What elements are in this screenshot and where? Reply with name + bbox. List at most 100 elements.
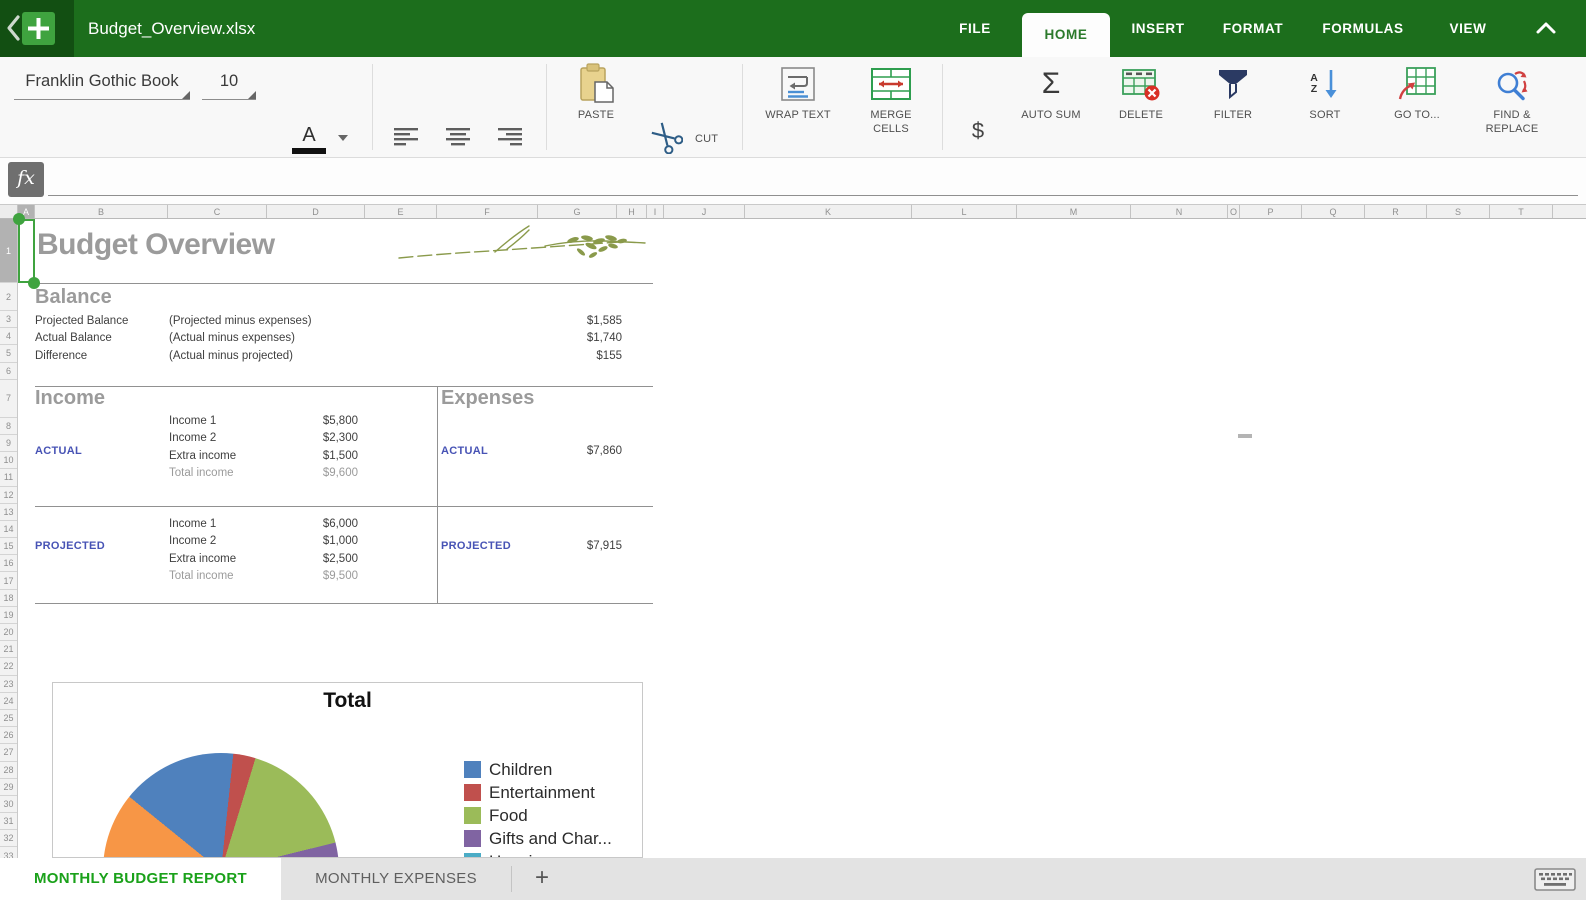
row-header[interactable]: 9	[0, 434, 17, 453]
column-header[interactable]: K	[745, 205, 912, 218]
row-header[interactable]: 25	[0, 709, 17, 728]
row-header[interactable]: 22	[0, 658, 17, 676]
column-header[interactable]: O	[1228, 205, 1240, 218]
column-header[interactable]: N	[1131, 205, 1228, 218]
merge-cells-button[interactable]: MERGE CELLS	[846, 60, 936, 152]
row-header[interactable]: 1	[0, 219, 17, 283]
column-header[interactable]: F	[437, 205, 538, 218]
tab-insert[interactable]: INSERT	[1118, 0, 1198, 57]
row-header[interactable]: 4	[0, 328, 17, 346]
keyboard-icon[interactable]	[1534, 868, 1576, 891]
row-header[interactable]: 20	[0, 624, 17, 642]
column-header[interactable]: S	[1427, 205, 1490, 218]
autosum-button[interactable]: Σ AUTO SUM	[1008, 60, 1094, 152]
wrap-text-icon	[780, 60, 816, 108]
row-header[interactable]: 33	[0, 847, 17, 858]
row-header[interactable]: 28	[0, 761, 17, 779]
sheet-canvas[interactable]: Budget Overview Balance Projected Balanc…	[18, 219, 1586, 858]
align-left-button[interactable]	[382, 117, 430, 161]
tab-formulas[interactable]: FORMULAS	[1306, 0, 1420, 57]
dropdown-corner-icon	[248, 91, 256, 99]
column-header[interactable]: G	[538, 205, 617, 218]
row-header[interactable]: 15	[0, 538, 17, 556]
wrap-text-button[interactable]: WRAP TEXT	[752, 60, 844, 152]
row-header[interactable]: 30	[0, 795, 17, 814]
row-header[interactable]: 8	[0, 417, 17, 435]
filter-button[interactable]: FILTER	[1190, 60, 1276, 152]
column-header[interactable]: B	[35, 205, 168, 218]
cell-dash-mark	[1238, 434, 1252, 438]
row-header[interactable]: 24	[0, 692, 17, 710]
back-icon[interactable]	[4, 13, 22, 43]
row-header[interactable]: 31	[0, 813, 17, 831]
paste-button[interactable]: PASTE	[558, 60, 634, 152]
row-header[interactable]: 5	[0, 345, 17, 363]
delete-button[interactable]: DELETE	[1098, 60, 1184, 152]
column-header[interactable]: I	[647, 205, 664, 218]
row-header[interactable]: 11	[0, 469, 17, 487]
column-header[interactable]: T	[1490, 205, 1553, 218]
column-header[interactable]: L	[912, 205, 1017, 218]
tab-file[interactable]: FILE	[935, 0, 1015, 57]
sort-label: SORT	[1309, 109, 1341, 121]
row-header[interactable]: 26	[0, 727, 17, 745]
add-sheet-button[interactable]: +	[524, 858, 560, 900]
row-header[interactable]: 18	[0, 589, 17, 607]
tab-format[interactable]: FORMAT	[1208, 0, 1298, 57]
column-header[interactable]: R	[1365, 205, 1427, 218]
font-color-button[interactable]: A	[292, 124, 326, 154]
row-header[interactable]: 2	[0, 283, 17, 311]
column-header[interactable]: J	[664, 205, 745, 218]
row-header[interactable]: 21	[0, 641, 17, 659]
balance-row: Difference (Actual minus projected) $155	[35, 349, 622, 362]
column-header[interactable]: Q	[1302, 205, 1365, 218]
font-name-select[interactable]: Franklin Gothic Book	[14, 64, 190, 100]
row-header[interactable]: 12	[0, 486, 17, 504]
goto-label: GO TO...	[1394, 109, 1440, 121]
row-header[interactable]: 7	[0, 379, 17, 418]
row-header[interactable]: 16	[0, 555, 17, 573]
column-header[interactable]: E	[365, 205, 437, 218]
toolbar-separator	[742, 64, 743, 150]
expenses-heading: Expenses	[441, 387, 535, 409]
row-header[interactable]: 32	[0, 830, 17, 848]
formula-input[interactable]	[48, 162, 1578, 196]
align-center-button[interactable]	[434, 117, 482, 161]
row-header[interactable]: 10	[0, 452, 17, 470]
column-header[interactable]: H	[617, 205, 647, 218]
collapse-ribbon-icon[interactable]	[1524, 0, 1568, 57]
tab-home[interactable]: HOME	[1022, 13, 1110, 57]
fx-button[interactable]: fx	[8, 162, 44, 197]
column-header[interactable]: P	[1240, 205, 1302, 218]
pie-chart-frame[interactable]: Total Children Entertainment Food Gifts …	[52, 682, 643, 858]
selection-handle-bottom[interactable]	[28, 277, 40, 289]
expenses-actual-value: $7,860	[586, 445, 622, 457]
find-replace-button[interactable]: FIND & REPLACE	[1466, 60, 1558, 152]
sigma-icon: Σ	[1041, 67, 1061, 100]
goto-button[interactable]: GO TO...	[1374, 60, 1460, 152]
sort-button[interactable]: AZ SORT	[1282, 60, 1368, 152]
row-header[interactable]: 27	[0, 744, 17, 762]
row-header[interactable]: 17	[0, 572, 17, 590]
cut-button[interactable]: CUT	[645, 117, 739, 161]
sheet-tab-active[interactable]: MONTHLY BUDGET REPORT	[0, 858, 281, 900]
selection-handle-top[interactable]	[13, 213, 25, 225]
align-right-button[interactable]	[486, 117, 534, 161]
column-header[interactable]: D	[267, 205, 365, 218]
row-header[interactable]: 29	[0, 778, 17, 796]
row-header[interactable]: 14	[0, 520, 17, 539]
tab-view[interactable]: VIEW	[1428, 0, 1508, 57]
row-header[interactable]: 3	[0, 311, 17, 329]
column-header[interactable]: C	[168, 205, 267, 218]
legend-swatch	[464, 761, 481, 778]
font-color-dropdown-icon[interactable]	[338, 135, 348, 146]
row-header[interactable]: 19	[0, 606, 17, 624]
column-header[interactable]: M	[1017, 205, 1131, 218]
sheet-tab-inactive[interactable]: MONTHLY EXPENSES	[296, 858, 496, 900]
app-plus-icon[interactable]	[22, 12, 55, 45]
row-header[interactable]: 23	[0, 675, 17, 693]
font-size-select[interactable]: 10	[202, 64, 256, 100]
legend-item: Children	[464, 758, 612, 781]
row-header[interactable]: 6	[0, 362, 17, 380]
row-header[interactable]: 13	[0, 503, 17, 521]
